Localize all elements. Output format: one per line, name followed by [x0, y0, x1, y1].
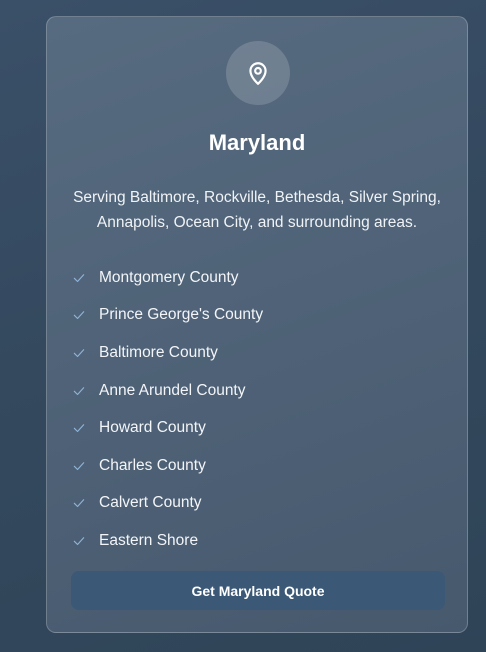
check-icon — [71, 458, 87, 474]
location-badge — [226, 41, 290, 105]
check-icon — [71, 383, 87, 399]
list-item: Eastern Shore — [71, 522, 263, 560]
county-label: Eastern Shore — [99, 531, 199, 549]
county-label: Prince George's County — [99, 306, 264, 324]
county-label: Montgomery County — [99, 268, 239, 286]
check-icon — [71, 307, 87, 323]
check-icon — [71, 420, 87, 436]
get-quote-button[interactable]: Get Maryland Quote — [71, 571, 445, 610]
service-area-card: Maryland Serving Baltimore, Rockville, B… — [46, 16, 468, 633]
list-item: Howard County — [71, 409, 263, 447]
card-description: Serving Baltimore, Rockville, Bethesda, … — [73, 189, 441, 231]
check-icon — [71, 533, 87, 549]
county-label: Calvert County — [99, 494, 202, 512]
county-list: Montgomery County Prince George's County… — [71, 259, 263, 560]
list-item: Charles County — [71, 447, 263, 485]
list-item: Baltimore County — [71, 334, 263, 372]
check-icon — [71, 495, 87, 511]
check-icon — [71, 270, 87, 286]
list-item: Anne Arundel County — [71, 372, 263, 410]
card-title: Maryland — [208, 130, 306, 155]
county-label: Howard County — [99, 419, 206, 437]
county-label: Baltimore County — [99, 343, 218, 361]
list-item: Prince George's County — [71, 297, 263, 335]
list-item: Montgomery County — [71, 259, 263, 297]
check-icon — [71, 345, 87, 361]
map-pin-icon — [249, 62, 267, 85]
county-label: Anne Arundel County — [99, 381, 246, 399]
list-item: Calvert County — [71, 485, 263, 523]
county-label: Charles County — [99, 456, 206, 474]
